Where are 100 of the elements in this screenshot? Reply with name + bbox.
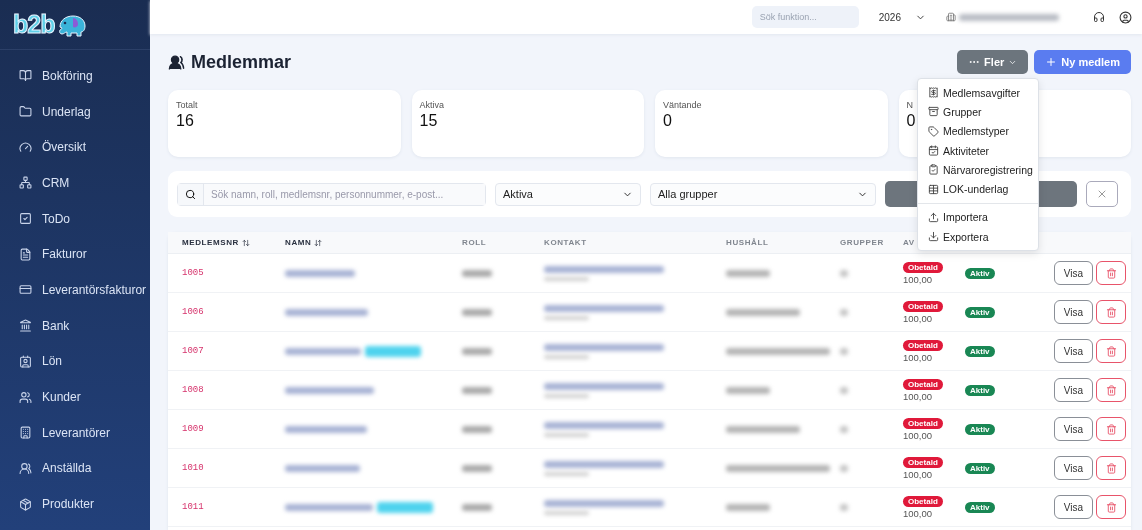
status-select[interactable]: Aktiva — [495, 182, 641, 206]
delete-button[interactable] — [1096, 261, 1126, 285]
fee-badge: Obetald — [903, 378, 943, 390]
sidebar-item[interactable]: Leverantörsfakturor — [0, 272, 150, 308]
blurred-text — [544, 393, 589, 398]
status-badge: Aktiv — [965, 267, 995, 279]
trash-icon — [1105, 384, 1117, 396]
sidebar-item[interactable]: Kunder — [0, 379, 150, 415]
more-button[interactable]: Fler — [957, 50, 1029, 74]
trash-icon — [1105, 345, 1117, 357]
sidebar-item[interactable]: CRM — [0, 165, 150, 201]
logo-text: b2b — [13, 10, 55, 39]
view-button[interactable]: Visa — [1054, 417, 1093, 441]
clear-button[interactable] — [1086, 181, 1118, 207]
blurred-text — [544, 471, 589, 476]
sidebar-item[interactable]: Bank — [0, 307, 150, 344]
blurred-text — [544, 432, 589, 437]
blurred-tag — [365, 345, 421, 357]
gauge-icon — [19, 140, 32, 154]
column-header: GRUPPER — [840, 238, 885, 247]
column-header: HUSHÅLL — [726, 238, 770, 247]
view-button[interactable]: Visa — [1054, 300, 1093, 324]
blurred-text — [840, 503, 848, 511]
menu-item[interactable]: Exportera — [918, 227, 1038, 247]
group-select[interactable]: Alla grupper — [650, 182, 876, 206]
sort-icon — [314, 238, 323, 247]
menu-item[interactable]: Aktiviteter — [918, 140, 1038, 161]
delete-button[interactable] — [1096, 417, 1126, 441]
menu-item[interactable]: LOK-underlag — [918, 179, 1038, 199]
blurred-text — [462, 464, 492, 472]
menu-item[interactable]: Importera — [918, 207, 1038, 228]
delete-button[interactable] — [1096, 456, 1126, 480]
view-button[interactable]: Visa — [1054, 495, 1093, 519]
sidebar-item[interactable]: Produkter — [0, 486, 150, 522]
sidebar-item[interactable]: Anställda — [0, 450, 150, 487]
blurred-text — [840, 347, 848, 355]
delete-button[interactable] — [1096, 300, 1126, 324]
search-field[interactable]: Sök funktion... — [751, 6, 859, 28]
status-badge: Aktiv — [965, 345, 995, 357]
delete-button[interactable] — [1096, 339, 1126, 363]
sidebar-item[interactable]: Leverantörer — [0, 414, 150, 451]
blurred-text — [462, 386, 492, 394]
blurred-tag — [377, 501, 433, 513]
stat-value: 0 — [906, 112, 916, 130]
blurred-text — [544, 276, 589, 281]
calendar-icon — [928, 145, 939, 157]
download-icon — [928, 231, 939, 243]
close-icon — [1096, 188, 1108, 200]
sidebar-item[interactable]: Lön — [0, 343, 150, 380]
menu-item[interactable]: Närvaroregistrering — [918, 160, 1038, 180]
blurred-text — [840, 269, 848, 277]
member-number[interactable]: 1010 — [182, 463, 204, 473]
sidebar-item[interactable]: ToDo — [0, 200, 150, 237]
member-number[interactable]: 1005 — [182, 268, 204, 278]
delete-button[interactable] — [1096, 495, 1126, 519]
blurred-text — [726, 386, 770, 394]
view-button[interactable]: Visa — [1054, 456, 1093, 480]
users-icon — [168, 53, 185, 71]
menu-item[interactable]: Grupper — [918, 102, 1038, 122]
new-member-button[interactable]: Ny medlem — [1034, 50, 1131, 74]
plus-icon — [1045, 56, 1058, 68]
network-icon — [19, 176, 32, 190]
sidebar-item[interactable]: Underlag — [0, 93, 150, 130]
checkbox-icon — [19, 212, 32, 226]
view-button[interactable]: Visa — [1054, 261, 1093, 285]
table-icon — [928, 183, 939, 195]
member-number[interactable]: 1009 — [182, 424, 204, 434]
column-header: KONTAKT — [544, 238, 588, 247]
year-select[interactable]: 2026 — [872, 6, 932, 28]
column-header[interactable]: MEDLEMSNR — [182, 238, 285, 247]
member-number[interactable]: 1011 — [182, 502, 204, 512]
blurred-text — [544, 315, 589, 320]
member-number[interactable]: 1007 — [182, 346, 204, 356]
blurred-text — [462, 425, 492, 433]
view-button[interactable]: Visa — [1054, 339, 1093, 363]
status-badge: Aktiv — [965, 423, 995, 435]
column-header[interactable]: NAMN — [285, 238, 462, 247]
fee-amount: 100,00 — [903, 312, 933, 324]
member-number[interactable]: 1006 — [182, 307, 204, 317]
sidebar-item[interactable]: Fakturor — [0, 236, 150, 273]
search-field[interactable]: Sök namn, roll, medlemsnr, personnummer, e-post... — [177, 182, 486, 206]
fee-badge: Obetald — [903, 339, 943, 351]
stat-label: Väntande — [663, 100, 702, 110]
sidebar-item[interactable]: Översikt — [0, 129, 150, 166]
blurred-text — [544, 510, 589, 515]
id-card-icon — [19, 354, 32, 368]
view-button[interactable]: Visa — [1054, 378, 1093, 402]
member-number[interactable]: 1008 — [182, 385, 204, 395]
sidebar-item[interactable]: Bokföring — [0, 58, 150, 94]
status-badge: Aktiv — [965, 462, 995, 474]
blurred-text — [462, 269, 492, 277]
blurred-text — [840, 386, 848, 394]
menu-item[interactable]: Medlemstyper — [918, 121, 1038, 141]
user-icon[interactable] — [1119, 10, 1132, 24]
headset-icon[interactable] — [1093, 11, 1105, 23]
fee-badge: Obetald — [903, 495, 943, 507]
status-badge: Aktiv — [965, 306, 995, 318]
trash-icon — [1105, 267, 1117, 279]
menu-item[interactable]: Medlemsavgifter — [918, 83, 1038, 103]
delete-button[interactable] — [1096, 378, 1126, 402]
